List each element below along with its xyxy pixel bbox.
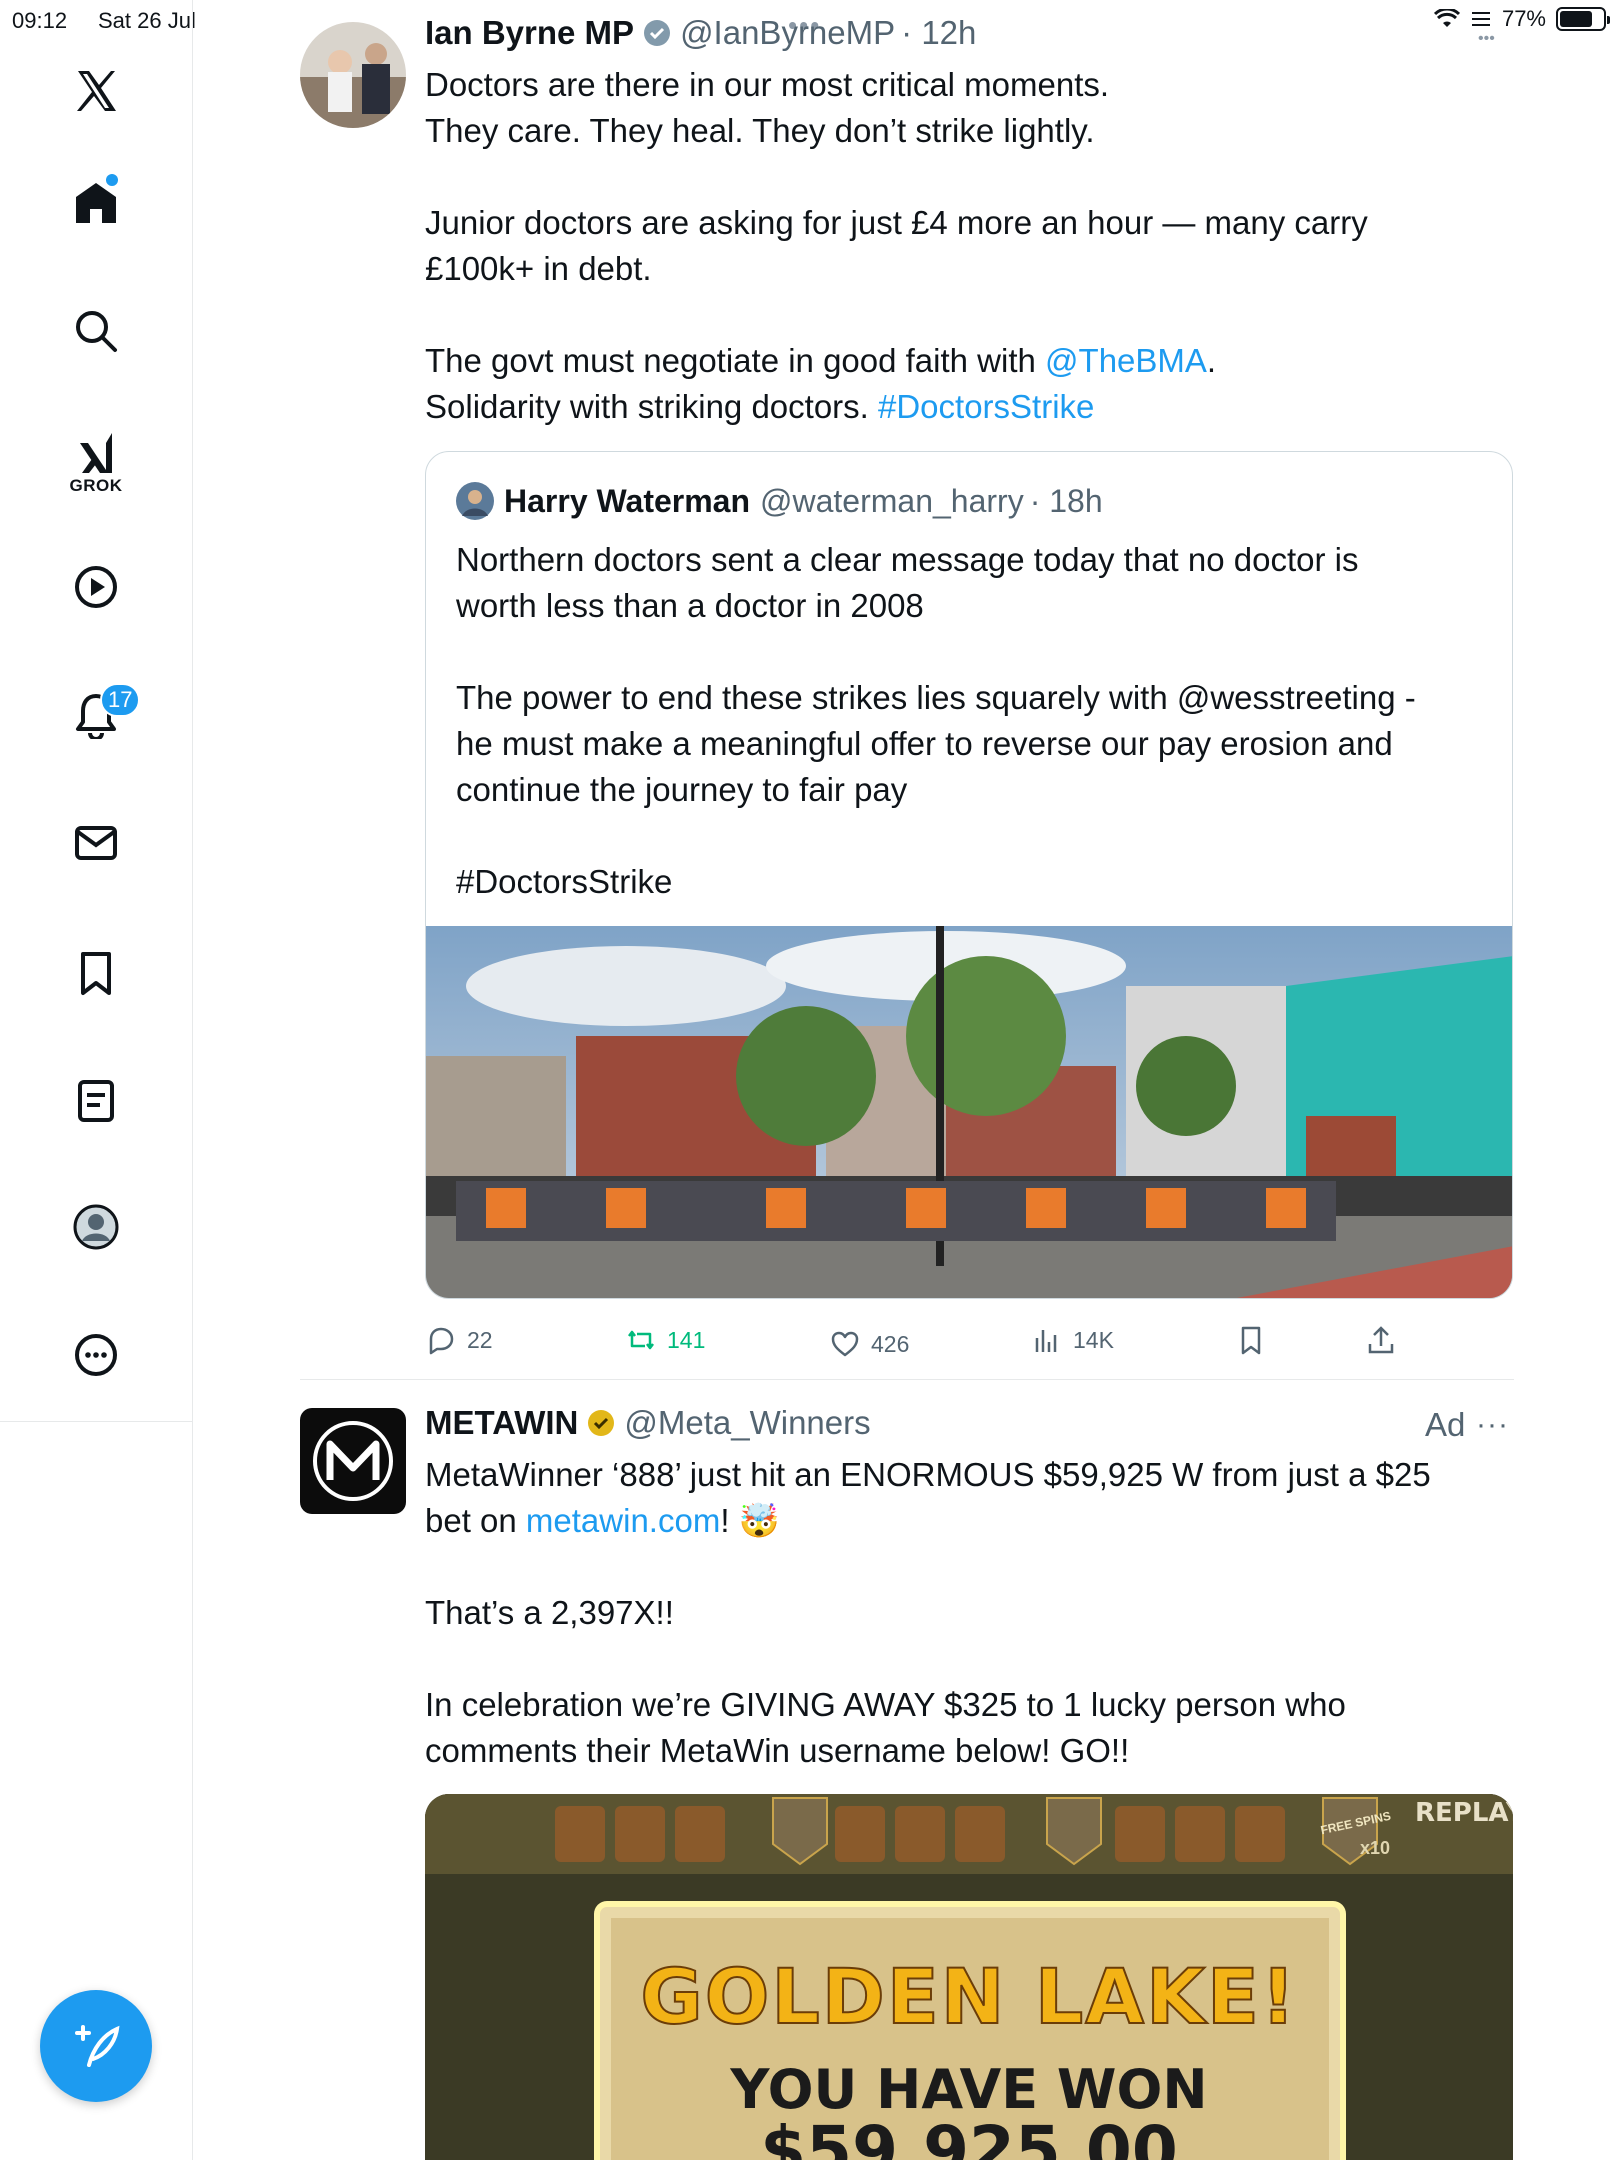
metawin-link[interactable]: metawin.com [526, 1502, 720, 1539]
ad-text-line: That’s a 2,397X!! [425, 1594, 674, 1631]
ad-author-handle[interactable]: @Meta_Winners [624, 1404, 870, 1442]
wifi-icon [1433, 9, 1460, 27]
bookmark-icon [1241, 1326, 1261, 1355]
status-right: 77% [1433, 6, 1610, 32]
search-icon[interactable] [67, 302, 125, 360]
game-amount: $59,925.00 [760, 2112, 1178, 2160]
share-icon [1368, 1326, 1394, 1354]
tweet-time[interactable]: · 12h [901, 14, 976, 52]
ad-label: Ad [1425, 1406, 1466, 1443]
verified-gold-icon [588, 1410, 615, 1436]
tweet-actions: 22 141 426 14K [425, 1316, 1513, 1364]
game-replay-label: REPLAY [1415, 1798, 1513, 1828]
like-button[interactable]: 426 [829, 1320, 909, 1368]
quoted-tweet[interactable]: Harry Waterman @waterman_harry · 18h Nor… [425, 451, 1513, 1299]
repost-button[interactable]: 141 [625, 1316, 705, 1364]
text-segment: Solidarity with striking doctors. [425, 388, 878, 425]
lists-icon[interactable] [67, 1072, 125, 1130]
text-segment: bet on [425, 1502, 526, 1539]
quote-header: Harry Waterman @waterman_harry · 18h [456, 482, 1103, 520]
more-icon[interactable] [67, 1326, 125, 1384]
like-icon [831, 1331, 859, 1357]
ad-game-image[interactable]: REPLAY FREE SPINS x10 GOLDEN LAKE! YOU H… [425, 1794, 1513, 2160]
tweet-text-line: Junior doctors are asking for just £4 mo… [425, 204, 1368, 241]
verified-gray-icon [644, 20, 671, 46]
protest-photo[interactable] [426, 926, 1513, 1299]
metawin-logo-icon [313, 1421, 393, 1501]
tweet-text-line: Doctors are there in our most critical m… [425, 66, 1110, 103]
author-handle[interactable]: @IanByrneMP [680, 14, 895, 52]
mention-link[interactable]: @TheBMA [1045, 342, 1207, 379]
reply-count: 22 [467, 1326, 493, 1353]
views-icon [1035, 1330, 1057, 1352]
text-segment: The govt must negotiate in good faith wi… [425, 342, 1046, 379]
tweet-text-line: Solidarity with striking doctors. #Docto… [425, 384, 1094, 430]
hashtag-link[interactable]: #DoctorsStrike [878, 388, 1094, 425]
views-button[interactable]: 14K [1031, 1316, 1114, 1364]
author-name[interactable]: Ian Byrne MP [425, 14, 634, 52]
ad-text-line: bet on metawin.com! 🤯 [425, 1498, 780, 1544]
author-avatar[interactable] [300, 22, 406, 128]
tweet-text-line: £100k+ in debt. [425, 250, 652, 287]
tweet-divider [300, 1379, 1514, 1380]
text-segment: . [1206, 342, 1217, 379]
ad-text-line: comments their MetaWin username below! G… [425, 1732, 1130, 1769]
ad-text-line: MetaWinner ‘888’ just hit an ENORMOUS $5… [425, 1456, 1431, 1493]
compose-button[interactable] [40, 1990, 152, 2102]
tweet-text-line: The govt must negotiate in good faith wi… [425, 338, 1216, 384]
quote-author-avatar[interactable] [456, 482, 494, 520]
ad-author-name[interactable]: METAWIN [425, 1404, 578, 1442]
quote-text: Northern doctors sent a clear message to… [456, 541, 1416, 900]
tweet-header: Ian Byrne MP @IanByrneMP · 12h [425, 14, 976, 52]
x-logo-icon[interactable] [67, 62, 125, 120]
metawin-avatar[interactable] [300, 1408, 406, 1514]
share-button[interactable] [1365, 1316, 1397, 1364]
top-right-dots[interactable]: ••• [1478, 30, 1495, 48]
battery-icon [1556, 7, 1610, 31]
ad-text-line: In celebration we’re GIVING AWAY $325 to… [425, 1686, 1346, 1723]
quote-author-handle[interactable]: @waterman_harry [760, 483, 1024, 520]
profile-icon[interactable] [67, 1198, 125, 1256]
more-options-button[interactable]: ··· [1476, 1408, 1509, 1442]
views-count: 14K [1073, 1326, 1114, 1353]
video-icon[interactable] [67, 558, 125, 616]
repost-count: 141 [667, 1326, 706, 1353]
grok-label: GROK [69, 476, 123, 495]
game-title: GOLDEN LAKE! [639, 1951, 1298, 2042]
text-segment: ! 🤯 [720, 1502, 780, 1539]
sidebar-border [192, 1422, 193, 2160]
bookmark-button[interactable] [1235, 1316, 1267, 1364]
quote-time: · 18h [1029, 482, 1103, 519]
grok-icon[interactable] [67, 424, 125, 482]
notifications-badge: 17 [100, 683, 141, 717]
messages-icon[interactable] [67, 814, 125, 872]
like-count: 426 [871, 1330, 910, 1357]
tweet-text-line: They care. They heal. They don’t strike … [425, 112, 1095, 149]
reply-icon [429, 1327, 454, 1355]
battery-percentage: 77% [1501, 6, 1546, 31]
compose-icon [75, 2025, 120, 2067]
orientation-lock-icon [1471, 12, 1490, 26]
quote-author-name[interactable]: Harry Waterman [504, 483, 750, 520]
reply-button[interactable]: 22 [425, 1316, 493, 1364]
repost-icon [628, 1330, 654, 1350]
home-unread-dot [106, 174, 118, 186]
ad-tweet-header: METAWIN @Meta_Winners [425, 1404, 871, 1442]
free-spins-multiplier: x10 [1360, 1838, 1391, 1858]
bookmarks-icon[interactable] [67, 944, 125, 1002]
